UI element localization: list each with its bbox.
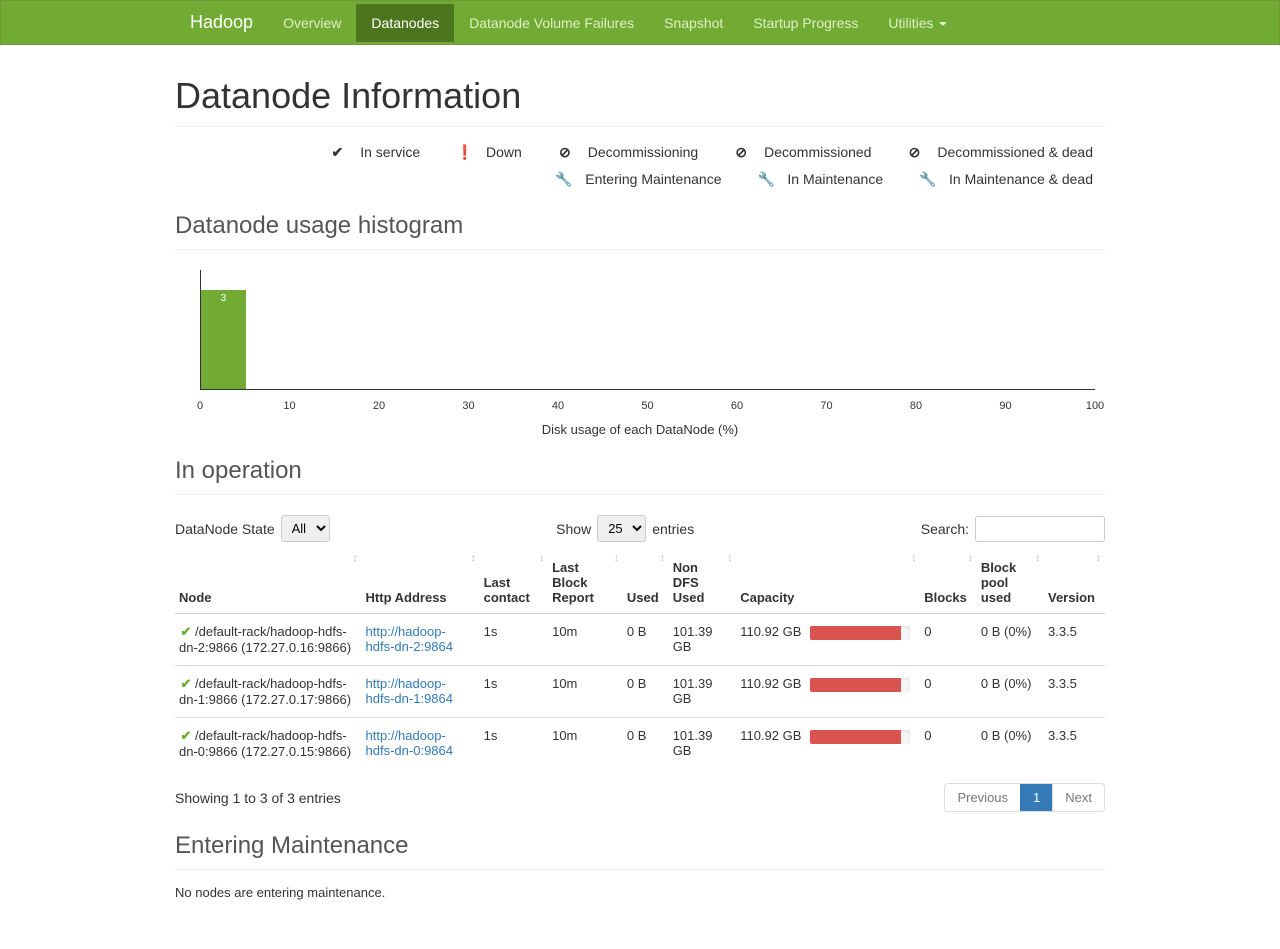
table-row: ✔/default-rack/hadoop-hdfs-dn-1:9866 (17… (175, 666, 1105, 718)
legend-item: 🔧 Entering Maintenance (543, 171, 721, 187)
show-select[interactable]: 25 (597, 515, 646, 542)
entering-maintenance-note: No nodes are entering maintenance. (175, 885, 1105, 900)
histogram-bar: 3 (201, 290, 246, 389)
capacity-bar (810, 678, 910, 692)
check-icon: ✔ (179, 624, 193, 640)
sort-icon: ↕ (471, 554, 476, 564)
column-header[interactable]: Version↕ (1044, 552, 1105, 614)
column-header[interactable]: Capacity↕ (736, 552, 920, 614)
state-select[interactable]: All (281, 515, 330, 542)
legend-item: 🔧 In Maintenance & dead (907, 171, 1093, 187)
pager-previous[interactable]: Previous (945, 784, 1020, 811)
ban-icon: ⊘ (907, 139, 921, 166)
pager: Previous1Next (944, 783, 1105, 812)
histogram-chart: 3 (200, 270, 1095, 390)
nav-tabs: OverviewDatanodesDatanode Volume Failure… (268, 4, 962, 42)
search-label: Search: (921, 521, 969, 537)
column-header[interactable]: Node↕ (175, 552, 362, 614)
sort-icon: ↕ (911, 554, 916, 564)
histogram-heading: Datanode usage histogram (175, 212, 1105, 250)
sort-icon: ↕ (1096, 554, 1101, 564)
legend-item: ✔ In service (318, 144, 420, 160)
column-header[interactable]: Http Address↕ (362, 552, 480, 614)
show-label-post: entries (652, 521, 694, 537)
pager-page[interactable]: 1 (1020, 784, 1052, 811)
nav-item-datanodes[interactable]: Datanodes (356, 4, 454, 42)
column-header[interactable]: Used↕ (623, 552, 669, 614)
table-controls: DataNode State All Show 25 entries Searc… (175, 515, 1105, 542)
entering-maintenance-heading: Entering Maintenance (175, 832, 1105, 870)
capacity-bar (810, 626, 910, 640)
wrench-icon: 🔧 (757, 166, 771, 193)
nav-item-snapshot[interactable]: Snapshot (649, 4, 738, 42)
column-header[interactable]: Non DFS Used↕ (669, 552, 737, 614)
column-header[interactable]: Blocks↕ (920, 552, 977, 614)
chevron-down-icon (939, 22, 947, 26)
check-icon: ✔ (179, 676, 193, 692)
wrench-icon: 🔧 (919, 166, 933, 193)
legend-item: ❗ Down (444, 144, 522, 160)
status-legend: ✔ In service ❗ Down ⊘ Decommissioning ⊘ Dec… (175, 139, 1105, 192)
wrench-icon: 🔧 (555, 166, 569, 193)
ban-icon: ⊘ (734, 139, 748, 166)
exclaim-icon: ❗ (456, 139, 470, 166)
nav-item-datanode-volume-failures[interactable]: Datanode Volume Failures (454, 4, 649, 42)
sort-icon: ↕ (1035, 554, 1040, 564)
state-label: DataNode State (175, 521, 275, 537)
nav-item-utilities[interactable]: Utilities (873, 4, 962, 42)
histogram-x-label: Disk usage of each DataNode (%) (175, 422, 1105, 437)
table-row: ✔/default-rack/hadoop-hdfs-dn-2:9866 (17… (175, 614, 1105, 666)
histogram-x-axis: 0102030405060708090100 (200, 400, 1095, 420)
http-address-link[interactable]: http://hadoop-hdfs-dn-0:9864 (366, 728, 453, 758)
legend-item: 🔧 In Maintenance (745, 171, 883, 187)
nav-item-overview[interactable]: Overview (268, 4, 356, 42)
show-label-pre: Show (556, 521, 591, 537)
showing-text: Showing 1 to 3 of 3 entries (175, 790, 341, 806)
legend-item: ⊘ Decommissioning (546, 144, 698, 160)
sort-icon: ↕ (539, 554, 544, 564)
search-input[interactable] (975, 516, 1105, 542)
column-header[interactable]: Last contact↕ (480, 552, 549, 614)
column-header[interactable]: Last Block Report↕ (548, 552, 623, 614)
ban-icon: ⊘ (558, 139, 572, 166)
pager-next[interactable]: Next (1052, 784, 1104, 811)
sort-icon: ↕ (614, 554, 619, 564)
sort-icon: ↕ (353, 554, 358, 564)
check-icon: ✔ (330, 139, 344, 166)
top-navbar: Hadoop OverviewDatanodesDatanode Volume … (0, 0, 1280, 45)
legend-item: ⊘ Decommissioned (722, 144, 871, 160)
http-address-link[interactable]: http://hadoop-hdfs-dn-2:9864 (366, 624, 453, 654)
check-icon: ✔ (179, 728, 193, 744)
sort-icon: ↕ (660, 554, 665, 564)
nav-item-startup-progress[interactable]: Startup Progress (738, 4, 873, 42)
legend-item: ⊘ Decommissioned & dead (895, 144, 1093, 160)
table-row: ✔/default-rack/hadoop-hdfs-dn-0:9866 (17… (175, 718, 1105, 770)
page-title: Datanode Information (175, 75, 1105, 127)
capacity-bar (810, 730, 910, 744)
sort-icon: ↕ (727, 554, 732, 564)
datanode-table: Node↕Http Address↕Last contact↕Last Bloc… (175, 552, 1105, 769)
http-address-link[interactable]: http://hadoop-hdfs-dn-1:9864 (366, 676, 453, 706)
brand-link[interactable]: Hadoop (175, 1, 268, 44)
sort-icon: ↕ (968, 554, 973, 564)
column-header[interactable]: Block pool used↕ (977, 552, 1044, 614)
in-operation-heading: In operation (175, 457, 1105, 495)
